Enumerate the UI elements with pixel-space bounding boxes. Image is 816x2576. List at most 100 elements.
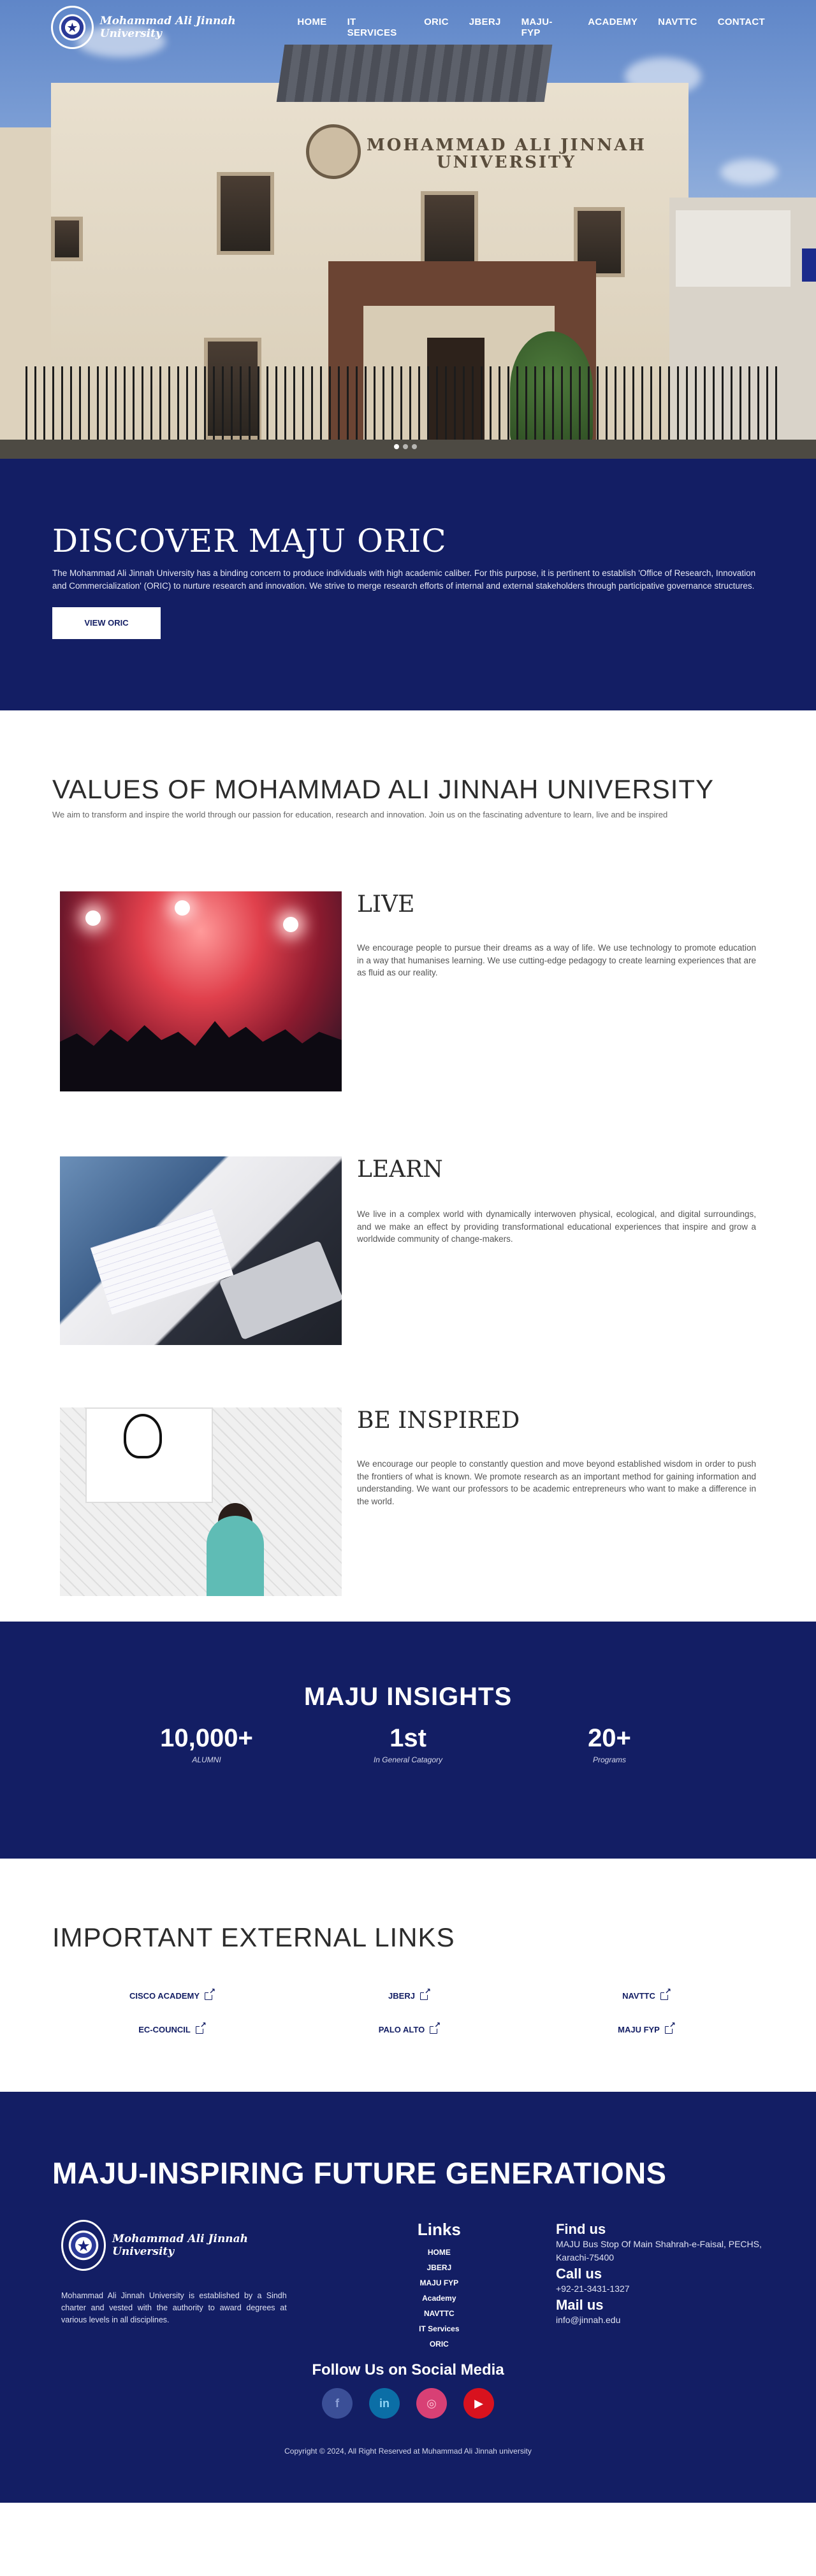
footer-logo[interactable]: Mohammad Ali Jinnah University	[61, 2220, 287, 2271]
linkedin-icon[interactable]: in	[369, 2388, 400, 2419]
footer-link-navttc[interactable]: NAVTTC	[342, 2306, 537, 2321]
footer-contact: Find us MAJU Bus Stop Of Main Shahrah-e-…	[537, 2220, 764, 2352]
nav-jberj[interactable]: JBERJ	[469, 17, 501, 38]
value-text-block: LIVE We encourage people to pursue their…	[342, 891, 756, 979]
lightbulb-drawing	[124, 1414, 162, 1458]
value-item-inspired: BE INSPIRED We encourage our people to c…	[52, 1407, 764, 1596]
concert-image	[60, 891, 342, 1091]
footer-link-it-services[interactable]: IT Services	[342, 2321, 537, 2336]
email-address[interactable]: info@jinnah.edu	[556, 2313, 764, 2327]
logo-text: Mohammad Ali Jinnah University	[99, 15, 236, 40]
footer: MAJU-INSPIRING FUTURE GENERATIONS Mohamm…	[0, 2092, 816, 2503]
window	[51, 217, 83, 261]
link-label: PALO ALTO	[378, 2025, 425, 2034]
nav-contact[interactable]: CONTACT	[718, 17, 765, 38]
link-label: MAJU FYP	[618, 2025, 660, 2034]
carousel-dot[interactable]	[412, 444, 417, 449]
link-navttc[interactable]: NAVTTC	[527, 1987, 764, 2001]
link-label: JBERJ	[388, 1991, 415, 2001]
values-section: VALUES OF MOHAMMAD ALI JINNAH UNIVERSITY…	[0, 710, 816, 1622]
discover-text: The Mohammad Ali Jinnah University has a…	[52, 568, 756, 591]
values-subtitle: We aim to transform and inspire the worl…	[52, 810, 668, 819]
footer-link-oric[interactable]: ORIC	[342, 2336, 537, 2352]
footer-links: Links HOME JBERJ MAJU FYP Academy NAVTTC…	[287, 2220, 537, 2352]
site-logo[interactable]: Mohammad Ali Jinnah University	[51, 6, 297, 49]
carousel-dot[interactable]	[394, 444, 399, 449]
link-ec-council[interactable]: EC-COUNCIL	[52, 2020, 289, 2034]
insights-title: MAJU INSIGHTS	[303, 1683, 513, 1711]
external-link-icon	[664, 2020, 676, 2034]
stat-value: 10,000+	[160, 1724, 253, 1752]
ground	[0, 440, 816, 459]
link-label: CISCO ACADEMY	[129, 1991, 200, 2001]
stats-row: 10,000+ ALUMNI 1st In General Catagory 2…	[0, 1724, 816, 1764]
value-heading: LEARN	[357, 1156, 443, 1183]
find-us-title: Find us	[555, 2221, 606, 2237]
call-us-title: Call us	[555, 2266, 602, 2282]
idea-image	[60, 1407, 342, 1596]
value-text-block: BE INSPIRED We encourage our people to c…	[342, 1407, 756, 1507]
stat-ranking: 1st In General Catagory	[307, 1724, 509, 1764]
stat-label: ALUMNI	[192, 1755, 221, 1764]
value-text-block: LEARN We live in a complex world with dy…	[342, 1156, 756, 1246]
studying-image	[60, 1156, 342, 1345]
stage-light	[175, 900, 190, 916]
link-cisco-academy[interactable]: CISCO ACADEMY	[52, 1987, 289, 2001]
building-sign: MOHAMMAD ALI JINNAH UNIVERSITY	[367, 136, 646, 173]
logo-text: Mohammad Ali Jinnah University	[112, 2233, 249, 2258]
youtube-icon[interactable]: ▶	[463, 2388, 494, 2419]
external-links-section: IMPORTANT EXTERNAL LINKS CISCO ACADEMY J…	[0, 1859, 816, 2092]
copyright: Copyright © 2024, All Right Reserved at …	[284, 2447, 532, 2456]
link-maju-fyp[interactable]: MAJU FYP	[527, 2020, 764, 2034]
stat-programs: 20+ Programs	[509, 1724, 710, 1764]
notebook	[90, 1208, 234, 1315]
link-label: EC-COUNCIL	[138, 2025, 191, 2034]
value-item-learn: LEARN We live in a complex world with dy…	[52, 1156, 764, 1345]
phone-number[interactable]: +92-21-3431-1327	[556, 2282, 764, 2296]
footer-link-home[interactable]: HOME	[342, 2245, 537, 2260]
university-seal-icon	[51, 6, 94, 49]
discover-oric-section: DISCOVER MAJU ORIC The Mohammad Ali Jinn…	[0, 459, 816, 710]
address: MAJU Bus Stop Of Main Shahrah-e-Faisal, …	[555, 2239, 762, 2263]
instagram-icon[interactable]: ◎	[416, 2388, 447, 2419]
nav-maju-fyp[interactable]: MAJU-FYP	[521, 17, 568, 38]
top-navigation: Mohammad Ali Jinnah University HOME IT S…	[0, 0, 816, 55]
link-label: NAVTTC	[622, 1991, 655, 2001]
background-tower	[676, 210, 790, 287]
stat-alumni: 10,000+ ALUMNI	[106, 1724, 307, 1764]
social-title: Follow Us on Social Media	[312, 2361, 504, 2378]
external-link-icon	[195, 2020, 207, 2034]
nav-it-services[interactable]: IT SERVICES	[347, 17, 404, 38]
university-seal	[306, 124, 361, 179]
stat-label: In General Catagory	[373, 1755, 443, 1764]
nav-home[interactable]: HOME	[297, 17, 326, 38]
mail-us-title: Mail us	[555, 2297, 604, 2313]
building-sign-line2: UNIVERSITY	[436, 153, 576, 173]
nav-academy[interactable]: ACADEMY	[588, 17, 638, 38]
stat-value: 20+	[588, 1724, 631, 1752]
view-oric-button[interactable]: VIEW ORIC	[52, 607, 161, 639]
nav-navttc[interactable]: NAVTTC	[658, 17, 697, 38]
values-title: VALUES OF MOHAMMAD ALI JINNAH UNIVERSITY	[52, 774, 715, 804]
external-links-title: IMPORTANT EXTERNAL LINKS	[52, 1922, 455, 1952]
footer-link-academy[interactable]: Academy	[342, 2291, 537, 2306]
value-heading: BE INSPIRED	[357, 1407, 520, 1434]
link-palo-alto[interactable]: PALO ALTO	[289, 2020, 527, 2034]
insights-section: MAJU INSIGHTS 10,000+ ALUMNI 1st In Gene…	[0, 1622, 816, 1859]
facebook-icon[interactable]: f	[322, 2388, 353, 2419]
crowd-silhouette	[60, 1021, 342, 1091]
hero-banner: MOHAMMAD ALI JINNAH UNIVERSITY Mohammad …	[0, 0, 816, 459]
nav-oric[interactable]: ORIC	[424, 17, 449, 38]
discover-title: DISCOVER MAJU ORIC	[52, 522, 447, 559]
carousel-dot[interactable]	[403, 444, 408, 449]
external-links-grid: CISCO ACADEMY JBERJ NAVTTC EC-COUNCIL PA…	[52, 1987, 764, 2034]
window	[217, 172, 274, 255]
link-jberj[interactable]: JBERJ	[289, 1987, 527, 2001]
footer-link-jberj[interactable]: JBERJ	[342, 2260, 537, 2275]
external-link-icon	[660, 1987, 671, 2000]
footer-link-maju-fyp[interactable]: MAJU FYP	[342, 2275, 537, 2291]
footer-columns: Mohammad Ali Jinnah University Mohammad …	[52, 2220, 764, 2352]
window	[421, 191, 478, 268]
footer-about-text: Mohammad Ali Jinnah University is establ…	[61, 2291, 287, 2324]
side-tab[interactable]	[802, 248, 816, 282]
